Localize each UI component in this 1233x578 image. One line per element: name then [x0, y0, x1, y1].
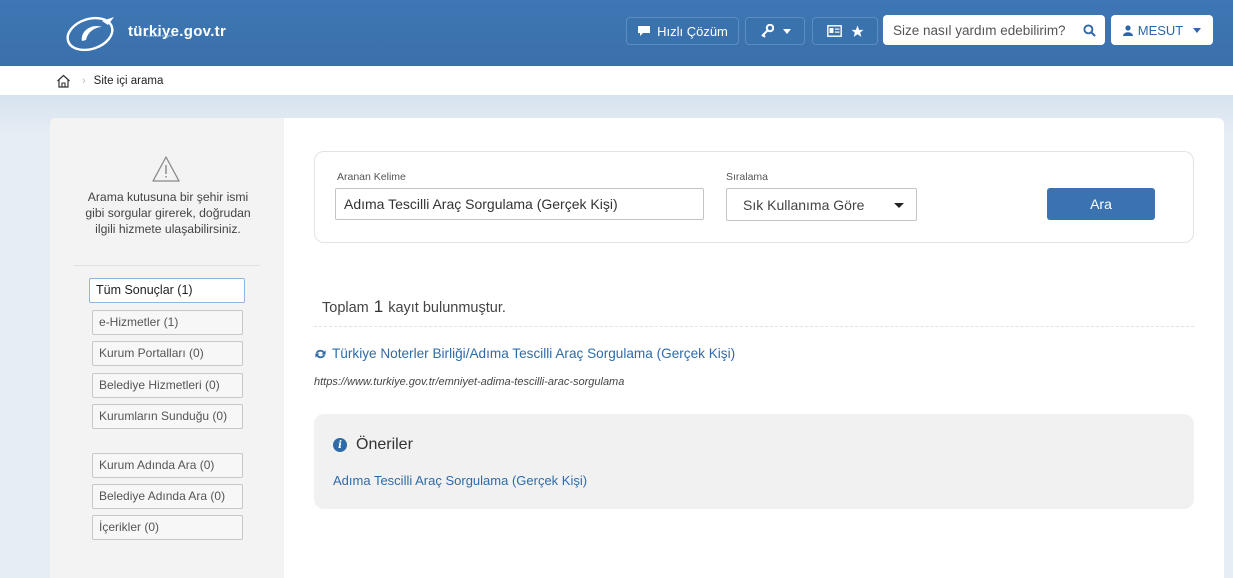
filter-e-services[interactable]: e-Hizmetler (1): [92, 310, 243, 335]
tools-dropdown-button[interactable]: [745, 17, 805, 45]
id-card-icon: [826, 25, 842, 37]
quick-solution-label: Hızlı Çözüm: [657, 23, 728, 39]
caret-down-icon: [894, 203, 904, 208]
breadcrumb-separator: ›: [82, 74, 86, 87]
result-count-suffix: kayıt bulunmuştur.: [388, 300, 506, 316]
keyword-input[interactable]: [335, 188, 704, 220]
keyword-label: Aranan Kelime: [337, 171, 406, 183]
user-menu-button[interactable]: MESUT: [1111, 15, 1213, 45]
result-count-prefix: Toplam: [322, 300, 369, 316]
result-count-number: 1: [373, 297, 384, 316]
suggestions-box: [314, 414, 1194, 509]
suggestions-title: i Öneriler: [333, 436, 413, 454]
search-icon[interactable]: [1083, 23, 1096, 37]
filter-all-results[interactable]: Tüm Sonuçlar (1): [89, 278, 245, 303]
logo-subtitle: e-Devlet Kapısı: [146, 33, 174, 38]
breadcrumb: › Site içi arama: [0, 66, 1233, 95]
header-search-input[interactable]: [893, 22, 1081, 38]
top-header: türkiye.gov.tr e-Devlet Kapısı Hızlı Çöz…: [0, 0, 1233, 66]
sidebar-hint: Arama kutusuna bir şehir ismi gibi sorgu…: [85, 190, 251, 236]
chat-icon: [638, 26, 651, 36]
user-name: MESUT: [1137, 22, 1184, 38]
user-icon: [1122, 24, 1133, 36]
result-item-title: Türkiye Noterler Birliği/Adıma Tescilli …: [332, 346, 736, 361]
site-logo[interactable]: türkiye.gov.tr: [62, 12, 226, 54]
result-count: Toplam 1 kayıt bulunmuştur.: [322, 297, 506, 317]
filter-institution-offered[interactable]: Kurumların Sunduğu (0): [92, 404, 243, 429]
e-devlet-logo-icon: [66, 16, 114, 52]
info-icon: i: [333, 438, 347, 452]
results-divider: [314, 326, 1194, 327]
search-submit-button[interactable]: Ara: [1047, 188, 1155, 220]
chevron-down-icon: [1193, 27, 1202, 33]
sidebar-divider: [74, 265, 260, 266]
quick-solution-button[interactable]: Hızlı Çözüm: [626, 17, 739, 45]
suggestion-link[interactable]: Adıma Tescilli Araç Sorgulama (Gerçek Ki…: [333, 473, 587, 488]
logo-text: türkiye.gov.tr: [128, 22, 227, 40]
sort-label: Sıralama: [726, 171, 769, 183]
key-icon: [760, 24, 774, 38]
suggestions-title-text: Öneriler: [356, 436, 413, 453]
refresh-icon: [315, 349, 326, 358]
result-item-link[interactable]: Türkiye Noterler Birliği/Adıma Tescilli …: [314, 346, 735, 361]
header-search: [883, 15, 1105, 45]
favorites-button[interactable]: [812, 17, 878, 45]
breadcrumb-current: Site içi arama: [93, 74, 164, 87]
warning-icon: [152, 156, 180, 182]
filter-search-municipality-name[interactable]: Belediye Adında Ara (0): [92, 484, 243, 509]
filter-search-institution-name[interactable]: Kurum Adında Ara (0): [92, 453, 243, 478]
result-item-url: https://www.turkiye.gov.tr/emniyet-adima…: [314, 376, 625, 388]
filter-contents[interactable]: İçerikler (0): [92, 515, 243, 540]
home-icon[interactable]: [56, 73, 72, 89]
chevron-down-icon: [782, 28, 791, 34]
sort-select[interactable]: Sık Kullanıma Göre: [726, 188, 917, 221]
filter-institution-portals[interactable]: Kurum Portalları (0): [92, 341, 243, 366]
filter-municipality-services[interactable]: Belediye Hizmetleri (0): [92, 373, 243, 398]
star-icon: [851, 25, 863, 37]
sort-value: Sık Kullanıma Göre: [743, 196, 865, 213]
